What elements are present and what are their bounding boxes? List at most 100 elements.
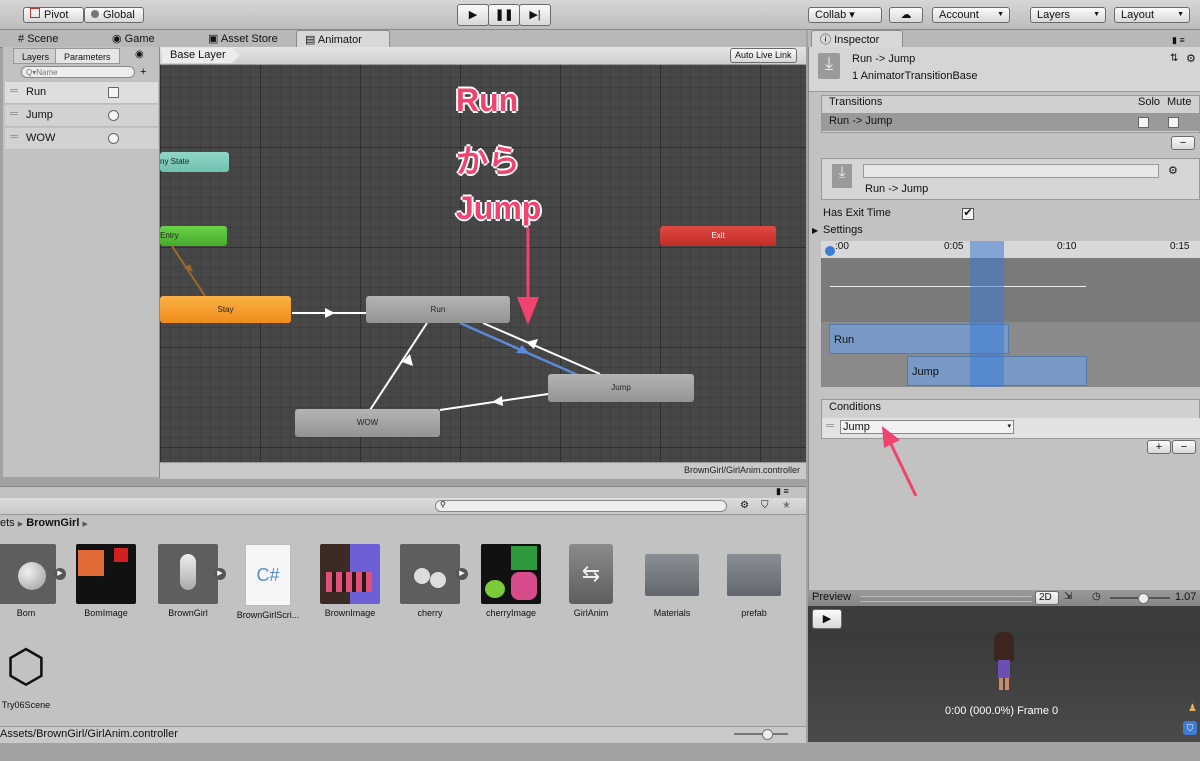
chevron-down-icon: ▼ [997,11,1004,18]
cherry-thumbnail [400,544,460,604]
preview-label: Preview [812,591,852,603]
preset-icon[interactable]: ⇅ [1170,53,1178,64]
plus-icon: + [1155,441,1163,453]
asset-prefab[interactable]: prefab [714,544,794,618]
icon-size-slider[interactable] [734,729,788,740]
speed-slider[interactable] [1110,593,1170,604]
unity-scene-icon: ⬡ [5,640,47,692]
chevron-down-icon: ▼ [1177,11,1184,18]
transition-row-label: Run -> Jump [829,115,893,127]
csharp-script-icon: C# [245,544,291,606]
state-jump[interactable]: Jump [548,374,694,402]
cloud-button[interactable]: ☁ [889,7,923,23]
settings-label[interactable]: Settings [823,224,863,236]
asset-materials[interactable]: Materials [632,544,712,618]
asset-browngirl[interactable]: BrownGirl ▶ [148,544,228,618]
weight-curve [830,286,1086,287]
transition-entry-stay[interactable] [171,245,206,297]
timeline-tick: :00 [835,241,849,252]
layers-dropdown[interactable]: Layers ▼ [1030,7,1106,23]
timeline-run-label: Run [834,334,855,346]
remove-condition-button[interactable]: − [1172,440,1196,454]
panel-menu-icon[interactable]: ▮ ≡ [1172,35,1185,46]
controller-path: BrownGirl/GirlAnim.controller [683,465,800,475]
mute-checkbox[interactable] [1168,117,1179,128]
asset-brownimage[interactable]: BrownImage [310,544,390,618]
filter-by-type-icon[interactable]: ⚙ [740,500,749,511]
info-icon: ⓘ [820,34,831,46]
playhead-marker-icon[interactable] [825,246,835,256]
has-exit-time-checkbox[interactable]: ✔ [962,208,974,220]
settings-foldout-icon[interactable]: ▶ [812,226,818,235]
pivot-person-icon: ♟ [1188,703,1197,714]
folder-icon [645,554,699,596]
asset-try06scene[interactable]: ⬡ Try06Scene [0,636,66,710]
filter-by-label-icon[interactable]: ⛉ [761,500,769,511]
timeline-curve-area [821,258,1200,322]
arrow-head [492,396,503,406]
transition-run-wow[interactable] [369,322,428,411]
pivot-toggle-icon[interactable]: ⇲ [1064,591,1072,602]
expand-arrow-icon[interactable]: ▶ [456,568,468,580]
timeline-ruler [821,241,1200,259]
layout-dropdown[interactable]: Layout ▼ [1114,7,1190,23]
cloud-icon: ☁ [900,9,912,21]
cherry-icon [414,568,430,584]
transition-icon: ⤓ [818,53,840,79]
transition-row[interactable]: Run -> Jump [822,113,1200,131]
state-exit[interactable]: Exit [660,226,776,246]
gear-icon[interactable]: ⚙ [1168,164,1178,177]
character-model [990,632,1018,692]
inspector-title: Run -> Jump [852,53,916,65]
preview-drag-bar[interactable] [860,596,1032,602]
asset-label-icon[interactable]: ⛉ [1183,721,1197,735]
asset-browngirlscript[interactable]: C# BrownGirlScri... [228,544,308,620]
annotation-arrow-head [517,297,539,325]
minus-icon: − [1180,441,1188,453]
chevron-right-icon: ▶ [17,521,24,528]
bomb-icon [18,562,46,590]
project-search-input[interactable]: ⚲ [435,500,727,512]
collab-button[interactable]: Collab ▾ [808,7,882,23]
selected-asset-path: Assets/BrownGirl/GirlAnim.controller [0,728,178,740]
state-wow[interactable]: WOW [295,409,440,437]
solo-checkbox[interactable] [1138,117,1149,128]
remove-transition-button[interactable]: − [1171,136,1195,150]
state-entry[interactable]: Entry [160,226,227,246]
conditions-header: Conditions [829,401,881,413]
chevron-down-icon: ▾ [1007,423,1011,430]
asset-cherry[interactable]: cherry ▶ [390,544,470,618]
asset-bomimage[interactable]: BomImage [66,544,146,618]
speed-icon: ◷ [1092,591,1101,602]
add-condition-button[interactable]: + [1147,440,1171,454]
expand-arrow-icon[interactable]: ▶ [214,568,226,580]
annotation-line-1: Run [456,82,519,118]
asset-cherryimage[interactable]: cherryImage [471,544,551,618]
arrow-head [325,308,335,318]
expand-arrow-icon[interactable]: ▶ [54,568,66,580]
search-icon: ⚲ [440,500,446,509]
transition-name-input[interactable] [863,164,1159,178]
transition-jump-run[interactable] [482,322,601,375]
asset-bom[interactable]: Bom ▶ [0,544,66,618]
tab-inspector[interactable]: ⓘ Inspector [811,30,903,48]
state-run[interactable]: Run [366,296,510,323]
state-any-state[interactable]: ny State [160,152,229,172]
state-stay[interactable]: Stay [160,296,291,323]
speed-value: 1.07 [1175,591,1197,603]
animator-controller-icon: ⇆ [569,544,613,604]
project-breadcrumb: ets ▶ BrownGirl ▶ [0,517,88,529]
account-button[interactable]: Account ▼ [932,7,1010,23]
folder-icon [727,554,781,596]
transition-range-handle[interactable] [970,241,1004,387]
browngirl-thumbnail [158,544,218,604]
favorite-icon[interactable]: ★ [782,500,791,511]
transition-icon: ⤓ [832,164,852,188]
asset-girlanim[interactable]: ⇆ GirlAnim [551,544,631,618]
timeline-tick: 0:05 [944,241,964,252]
panel-menu-icon[interactable]: ▮ ≡ [776,486,789,497]
gear-icon[interactable]: ⚙ [1186,52,1196,65]
preview-2d-toggle[interactable]: 2D [1035,591,1059,605]
timeline-jump-label: Jump [912,366,939,378]
preview-play-button[interactable]: ▶ [812,609,842,629]
